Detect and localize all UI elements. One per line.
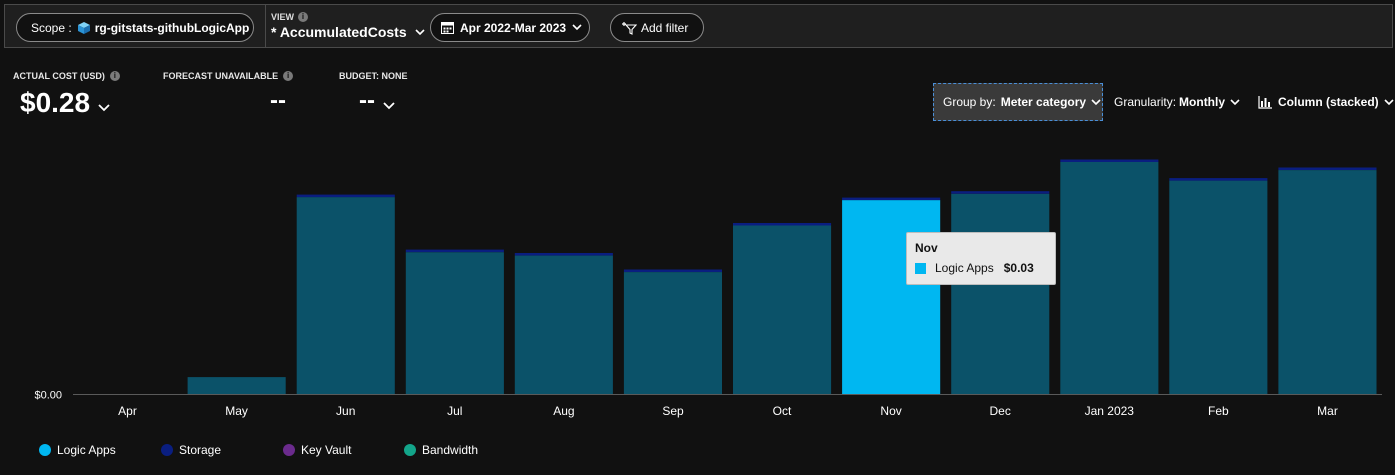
budget-label: BUDGET: NONE <box>339 71 408 81</box>
date-range-button[interactable]: Apr 2022-Mar 2023 <box>430 13 590 42</box>
tooltip-value: $0.03 <box>1003 261 1034 275</box>
x-tick-label: Aug <box>553 404 574 418</box>
actual-cost-value: $0.28 <box>20 87 91 118</box>
x-tick-label: Sep <box>662 404 684 418</box>
x-tick-label: Mar <box>1317 404 1338 418</box>
bar-logic-apps-sep[interactable] <box>623 272 722 394</box>
legend-label: Bandwidth <box>422 443 479 457</box>
chevron-down-icon <box>383 102 395 110</box>
legend-label: Logic Apps <box>57 443 116 457</box>
bar-logic-apps-dec[interactable] <box>951 193 1050 394</box>
legend-item-bandwidth[interactable]: Bandwidth <box>404 443 478 457</box>
actual-cost-toggle[interactable]: $0.28 <box>20 87 120 119</box>
bar-logic-apps-nov[interactable] <box>842 200 941 394</box>
chart-type-dropdown[interactable]: Column (stacked) <box>1258 95 1394 109</box>
group-by-prefix: Group by: <box>943 95 996 109</box>
legend-swatch <box>161 444 173 456</box>
legend-swatch <box>283 444 295 456</box>
bar-storage-jun[interactable] <box>296 194 395 198</box>
column-chart-icon <box>1258 95 1272 109</box>
bar-logic-apps-jan-2023[interactable] <box>1060 162 1159 394</box>
bar-storage-oct[interactable] <box>733 223 832 226</box>
budget-value: -- <box>359 87 375 114</box>
bar-logic-apps-aug[interactable] <box>514 255 613 394</box>
tooltip-series: Logic Apps <box>935 261 994 275</box>
x-tick-labels: Apr May Jun Jul Aug Sep Oct Nov Dec Jan 2023 Feb Ma… <box>118 404 1338 418</box>
x-tick-label: Dec <box>990 404 1011 418</box>
tooltip-swatch <box>915 262 926 274</box>
resource-group-icon <box>77 21 90 34</box>
bar-storage-jan-2023[interactable] <box>1060 159 1159 163</box>
chart-type-value: Column (stacked) <box>1278 95 1379 109</box>
y-tick-label: $0.00 <box>34 390 62 402</box>
scope-name: rg-gitstats-githubLogicApp <box>94 20 250 35</box>
bar-logic-apps-may[interactable] <box>187 377 286 394</box>
bar-storage-aug[interactable] <box>514 253 613 256</box>
x-tick-label: Apr <box>118 404 137 418</box>
chevron-down-icon <box>1091 98 1101 105</box>
chevron-down-icon <box>572 24 582 31</box>
calendar-icon <box>441 22 454 34</box>
x-tick-label: Feb <box>1208 404 1229 418</box>
view-caption: VIEW <box>271 12 295 22</box>
legend-swatch <box>404 444 416 456</box>
add-filter-label: Add filter <box>641 20 689 35</box>
chevron-down-icon <box>415 28 425 35</box>
legend-item-key-vault[interactable]: Key Vault <box>283 443 351 457</box>
legend-label: Key Vault <box>301 443 352 457</box>
actual-cost-label: ACTUAL COST (USD) <box>13 71 105 81</box>
chevron-down-icon <box>1384 98 1394 105</box>
chart-tooltip: Nov Logic Apps $0.03 <box>906 232 1056 285</box>
granularity-value: Monthly <box>1179 95 1226 109</box>
chevron-down-icon <box>98 104 110 112</box>
info-icon[interactable]: i <box>283 71 294 81</box>
toolbar-divider <box>265 5 266 47</box>
x-tick-label: Nov <box>880 404 901 418</box>
bar-storage-sep[interactable] <box>623 269 722 273</box>
bar-logic-apps-mar[interactable] <box>1278 170 1377 394</box>
forecast-label: FORECAST UNAVAILABLE <box>163 71 279 81</box>
info-icon[interactable]: i <box>109 71 120 81</box>
view-selector[interactable]: VIEW i * AccumulatedCosts <box>271 12 425 40</box>
legend-swatch <box>39 444 51 456</box>
bar-storage-mar[interactable] <box>1278 167 1377 171</box>
add-filter-icon <box>622 21 637 35</box>
group-by-value: Meter category <box>1000 95 1087 109</box>
legend-label: Storage <box>179 443 222 457</box>
legend-item-storage[interactable]: Storage <box>161 443 221 457</box>
bar-logic-apps-oct[interactable] <box>733 225 832 395</box>
x-tick-label: Oct <box>773 404 792 418</box>
info-icon[interactable]: i <box>298 12 309 22</box>
x-tick-label: Jan 2023 <box>1085 404 1135 418</box>
chevron-down-icon <box>1230 98 1240 105</box>
date-range-label: Apr 2022-Mar 2023 <box>460 20 567 35</box>
group-by-dropdown[interactable]: Group by: Meter category <box>933 83 1103 121</box>
add-filter-button[interactable]: Add filter <box>610 13 704 42</box>
cost-column-chart: $0.00 Apr May Jun Jul Aug Sep Oct Nov Dec Jan 202… <box>34 159 1382 418</box>
scope-prefix: Scope : <box>31 20 72 35</box>
bar-logic-apps-jul[interactable] <box>405 252 504 394</box>
budget-toggle[interactable]: -- <box>359 87 408 115</box>
bar-storage-nov[interactable] <box>842 197 941 201</box>
bar-storage-dec[interactable] <box>951 191 1050 194</box>
x-tick-label: May <box>225 404 248 418</box>
granularity-dropdown[interactable]: Granularity: Monthly <box>1114 95 1240 109</box>
bar-storage-jul[interactable] <box>405 249 504 253</box>
x-tick-label: Jul <box>447 404 462 418</box>
toolbar: Scope : rg-gitstats-githubLogicApp VIEW … <box>4 4 1393 48</box>
bar-logic-apps-feb[interactable] <box>1169 180 1268 394</box>
forecast-metric: FORECAST UNAVAILABLE i -- <box>163 71 294 115</box>
bar-logic-apps-jun[interactable] <box>296 197 395 394</box>
bar-group <box>187 159 1377 395</box>
view-name: * AccumulatedCosts <box>271 24 407 40</box>
x-tick-label: Jun <box>336 404 355 418</box>
legend-item-logic-apps[interactable]: Logic Apps <box>39 443 116 457</box>
granularity-prefix: Granularity: <box>1114 95 1177 109</box>
budget-metric: BUDGET: NONE -- <box>339 71 408 115</box>
tooltip-title: Nov <box>915 241 938 255</box>
bar-storage-feb[interactable] <box>1169 178 1268 181</box>
forecast-value: -- <box>270 87 286 114</box>
actual-cost-metric: ACTUAL COST (USD) i $0.28 <box>13 71 120 119</box>
scope-button[interactable]: Scope : rg-gitstats-githubLogicApp <box>16 13 254 42</box>
